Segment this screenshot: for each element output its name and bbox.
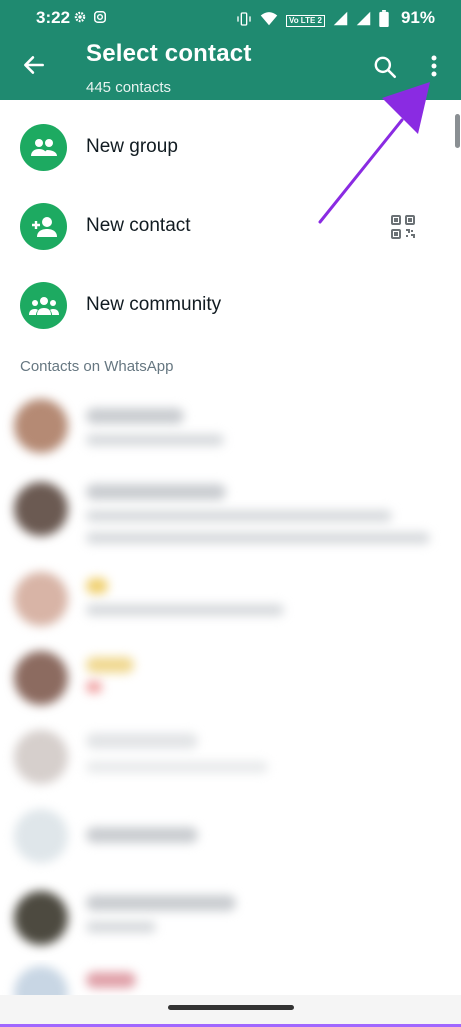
avatar (14, 966, 68, 995)
wifi-icon (260, 11, 278, 31)
search-icon[interactable] (372, 54, 398, 80)
more-options-icon[interactable] (422, 52, 446, 80)
contact-item[interactable] (0, 725, 461, 805)
contact-item[interactable] (0, 805, 461, 885)
group-icon (20, 124, 67, 171)
avatar (14, 651, 68, 705)
new-community-label: New community (86, 294, 222, 315)
contact-item[interactable] (0, 645, 461, 725)
contact-item[interactable] (0, 472, 461, 562)
new-group-row[interactable]: New group (0, 109, 461, 187)
instagram-icon (93, 10, 107, 29)
battery-icon (379, 10, 389, 32)
avatar (14, 809, 68, 863)
app-bar: 3:22 Vo LTE 2 91% Select contact 445 con… (0, 0, 461, 100)
home-gesture-handle[interactable] (168, 1005, 294, 1010)
avatar (14, 399, 68, 453)
new-community-row[interactable]: New community (0, 267, 461, 345)
volte-icon: Vo LTE 2 (285, 15, 325, 27)
section-header: Contacts on WhatsApp (20, 358, 174, 375)
new-group-label: New group (86, 136, 178, 157)
contact-item[interactable] (0, 960, 461, 995)
avatar (14, 730, 68, 784)
gear-icon (73, 10, 87, 29)
contact-count: 445 contacts (86, 79, 172, 96)
add-person-icon (20, 203, 67, 250)
contact-item[interactable] (0, 568, 461, 648)
signal-icon (333, 11, 348, 31)
page-title: Select contact (86, 40, 252, 67)
system-navigation-bar (0, 995, 461, 1027)
new-contact-label: New contact (86, 215, 191, 236)
battery-percentage: 91% (400, 8, 435, 27)
avatar (14, 482, 68, 536)
vibrate-icon (236, 11, 252, 32)
contact-item[interactable] (0, 386, 461, 466)
contact-item[interactable] (0, 885, 461, 965)
qr-code-icon[interactable] (390, 214, 416, 240)
back-arrow-icon[interactable] (21, 52, 47, 78)
avatar (14, 572, 68, 626)
signal-icon (356, 11, 371, 31)
status-time: 3:22 (36, 8, 71, 27)
status-bar: 3:22 Vo LTE 2 91% (0, 0, 461, 36)
avatar (14, 891, 68, 945)
community-icon (20, 282, 67, 329)
